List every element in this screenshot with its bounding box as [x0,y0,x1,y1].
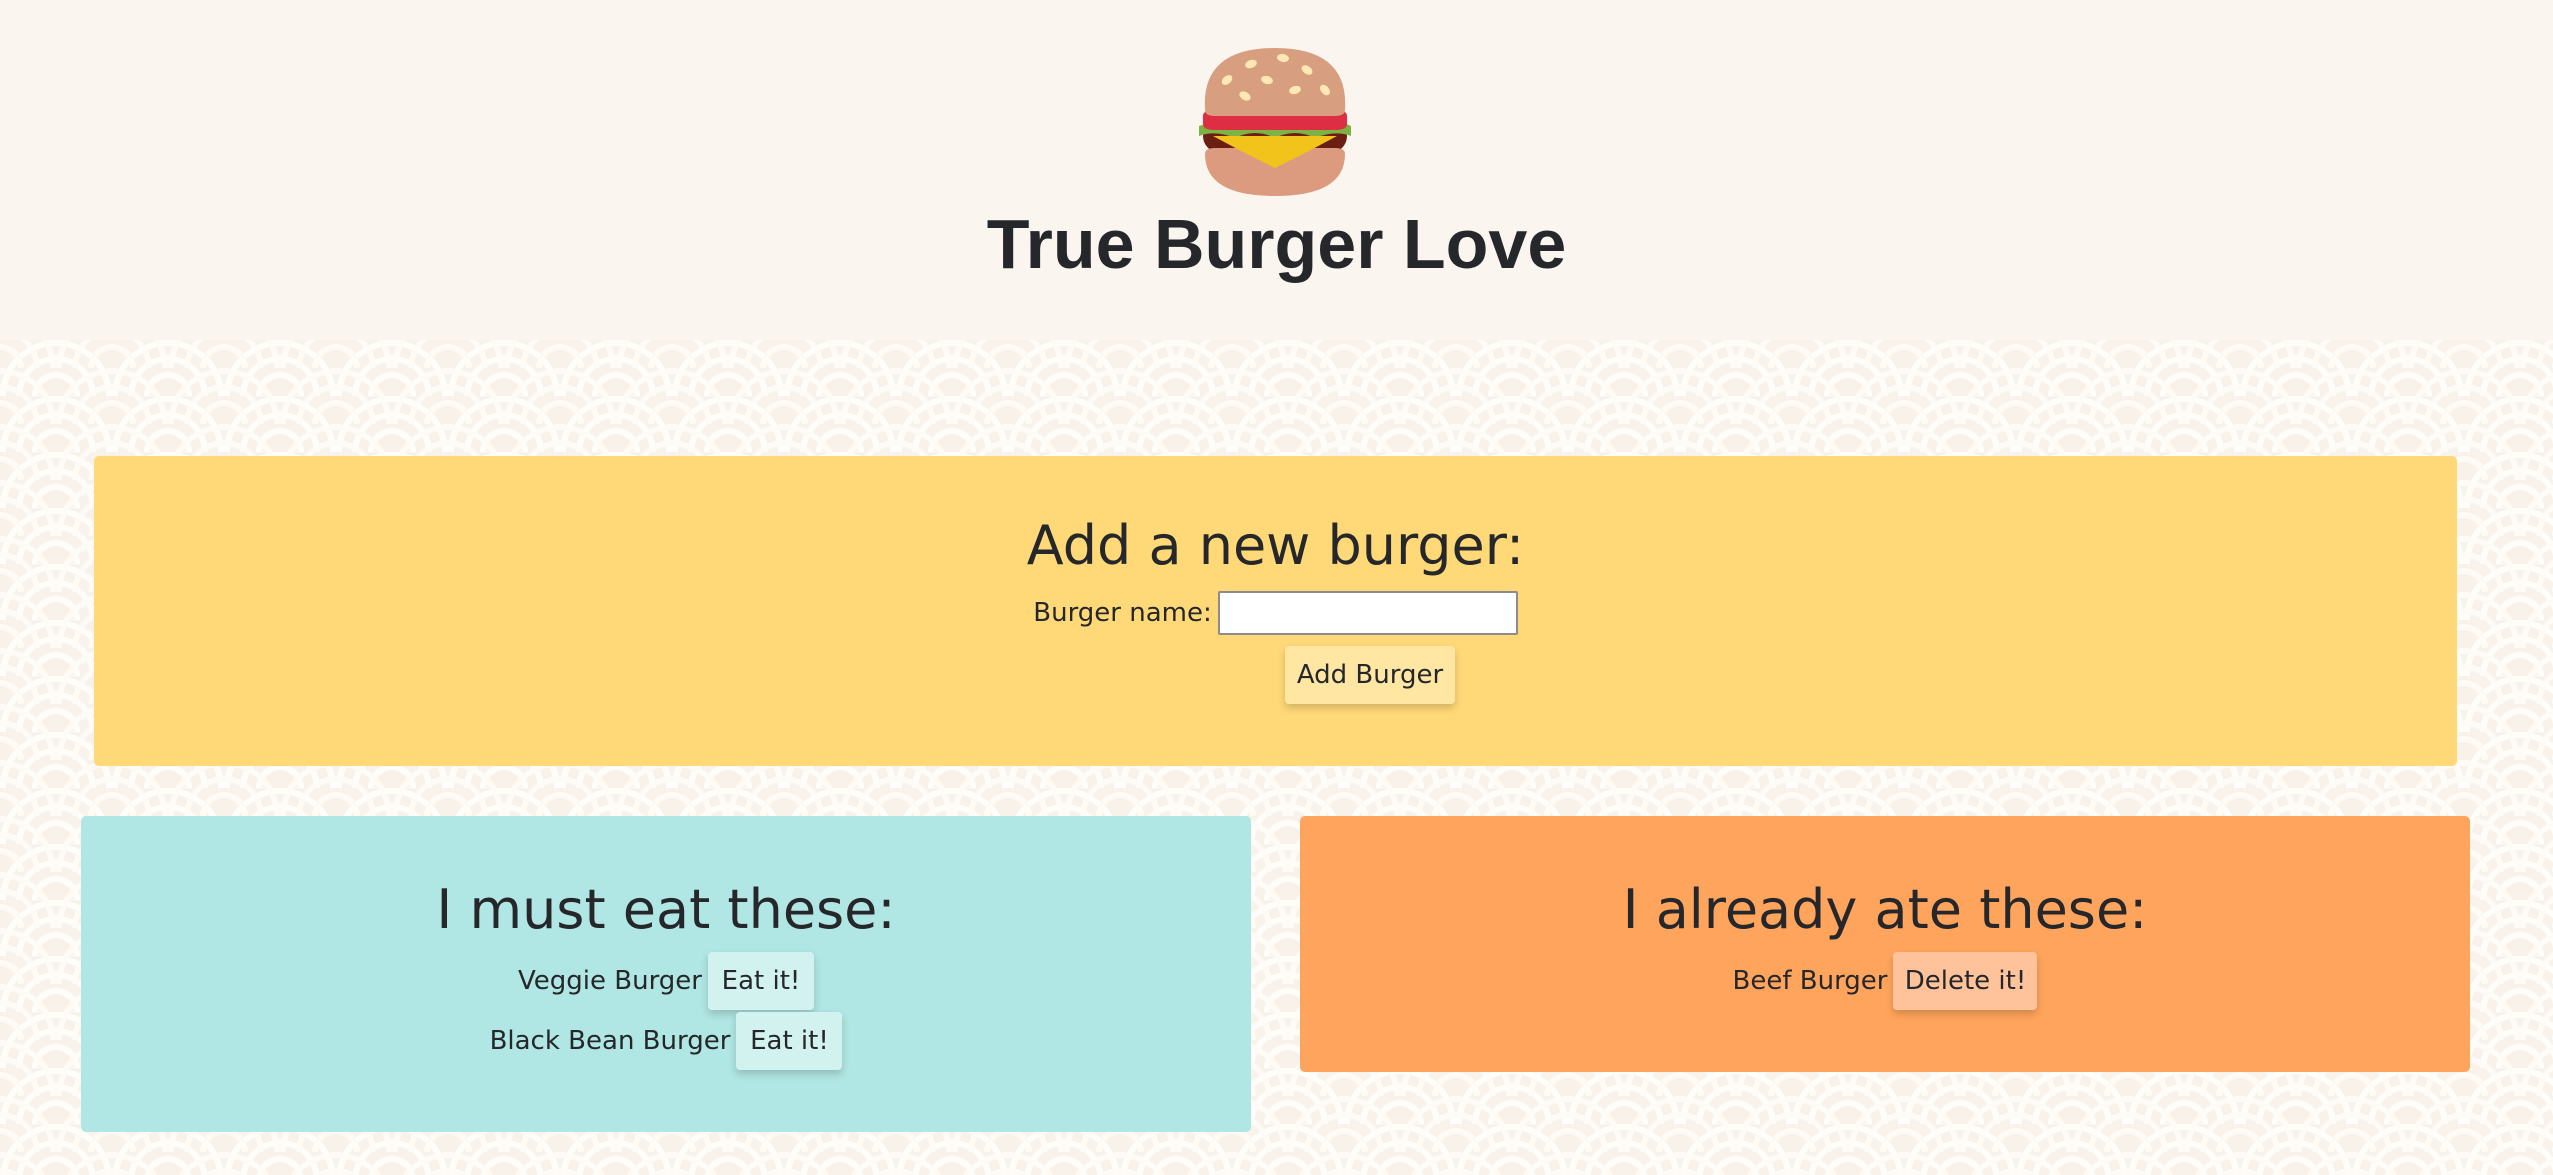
add-burger-panel: Add a new burger: Burger name: Add Burge… [94,456,2457,766]
must-eat-heading: I must eat these: [436,878,896,941]
list-item: Beef Burger Delete it! [1300,952,2470,1010]
must-eat-panel: I must eat these: Veggie Burger Eat it! … [81,816,1251,1132]
list-item: Veggie Burger Eat it! [81,952,1251,1010]
add-burger-button[interactable]: Add Burger [1285,646,1455,704]
burger-name-input[interactable] [1217,591,1518,635]
burger-name-label: Burger name: [1033,598,1212,628]
add-burger-heading: Add a new burger: [1026,514,1525,577]
burger-name: Veggie Burger [518,966,702,996]
already-ate-panel: I already ate these: Beef Burger Delete … [1300,816,2470,1072]
delete-it-button[interactable]: Delete it! [1893,952,2038,1010]
hamburger-icon [1199,48,1351,196]
page-header: True Burger Love [0,0,2553,340]
burger-name: Beef Burger [1732,966,1888,996]
eat-it-button[interactable]: Eat it! [708,952,814,1010]
burger-name-row: Burger name: [94,588,2457,638]
already-ate-heading: I already ate these: [1622,878,2148,941]
page-title: True Burger Love [986,205,1567,283]
eat-it-button[interactable]: Eat it! [736,1012,843,1070]
burger-name: Black Bean Burger [489,1026,731,1056]
list-item: Black Bean Burger Eat it! [81,1012,1251,1070]
